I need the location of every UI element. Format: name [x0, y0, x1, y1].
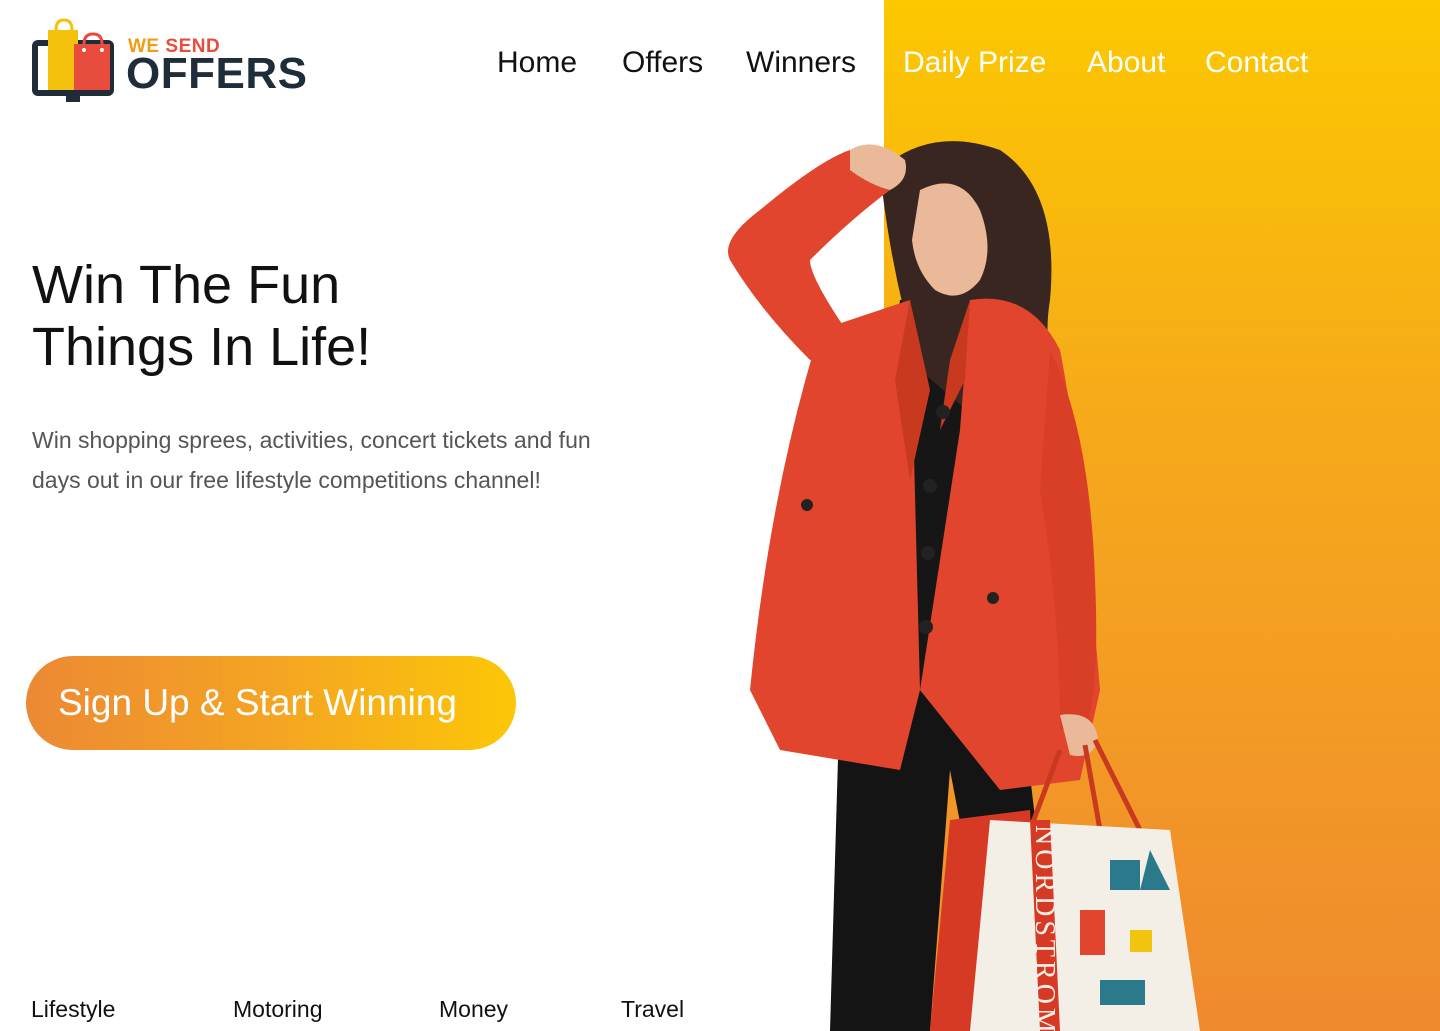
hero-description: Win shopping sprees, activities, concert…	[32, 427, 591, 493]
hero-title-line-2: Things In Life!	[32, 317, 372, 377]
category-motoring[interactable]: Motoring	[233, 996, 322, 1023]
category-lifestyle[interactable]: Lifestyle	[31, 996, 115, 1023]
main-navigation: Home Offers Winners Daily Prize About Co…	[0, 44, 1440, 84]
category-bar: Lifestyle Motoring Money Travel	[0, 996, 800, 1028]
nav-winners[interactable]: Winners	[746, 44, 856, 82]
hero-title-line-1: Win The Fun	[32, 255, 341, 315]
hero-title: Win The Fun Things In Life!	[32, 254, 652, 378]
woman-with-shopping-bags-image: NORDSTROM	[728, 141, 1200, 1031]
nav-contact[interactable]: Contact	[1205, 44, 1308, 82]
bag-brand-text: NORDSTROM	[1029, 825, 1060, 1031]
category-money[interactable]: Money	[439, 996, 508, 1023]
nav-daily-prize[interactable]: Daily Prize	[903, 44, 1046, 82]
nav-home[interactable]: Home	[497, 44, 577, 82]
sign-up-button[interactable]: Sign Up & Start Winning	[26, 656, 516, 750]
nav-about[interactable]: About	[1087, 44, 1165, 82]
nav-offers[interactable]: Offers	[622, 44, 703, 82]
category-travel[interactable]: Travel	[621, 996, 684, 1023]
